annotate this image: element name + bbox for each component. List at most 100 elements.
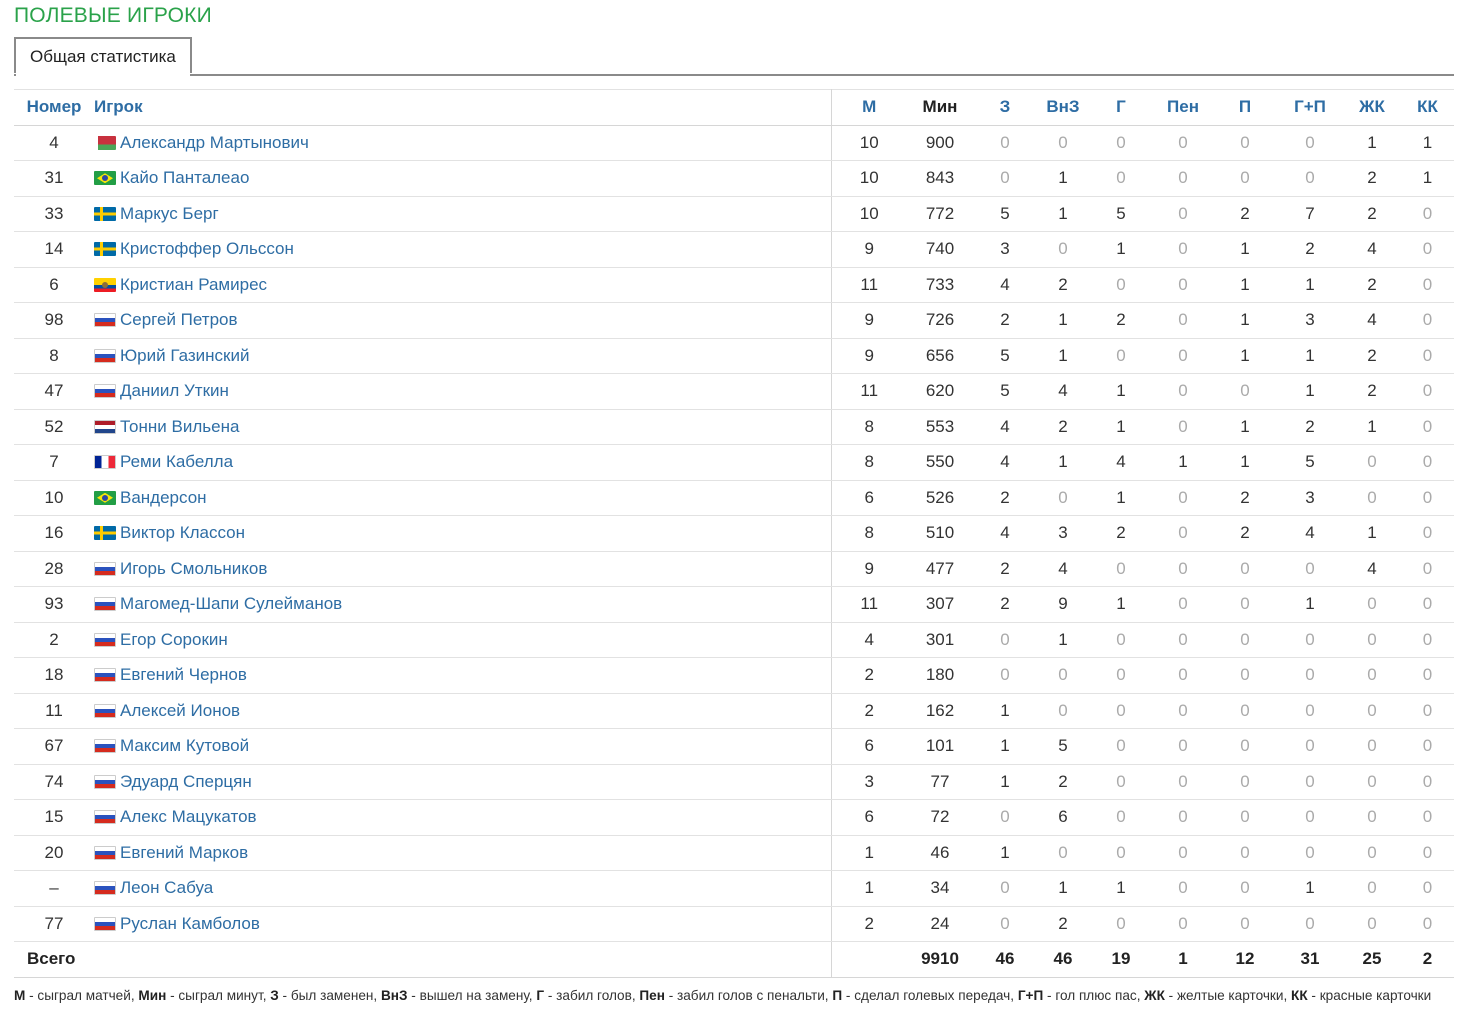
player-number: 31	[14, 160, 94, 197]
stat-matches: 6	[831, 799, 907, 836]
table-row: 8 Юрий Газинский 9 656 5 1 0 0 1 1 2 0	[14, 338, 1454, 374]
stat-penalties: 0	[1153, 728, 1213, 765]
player-number: 2	[14, 622, 94, 658]
stat-yellow-cards: 0	[1343, 728, 1401, 765]
col-header-goals[interactable]: Г	[1089, 89, 1153, 126]
stat-came-on: 4	[1037, 551, 1089, 587]
stat-goals-assists: 4	[1277, 515, 1343, 552]
player-name-link[interactable]: Леон Сабуа	[120, 878, 213, 897]
player-number: 11	[14, 693, 94, 729]
stat-penalties: 0	[1153, 586, 1213, 623]
player-name-link[interactable]: Александр Мартынович	[120, 133, 309, 152]
stat-yellow-cards: 0	[1343, 870, 1401, 907]
player-name-link[interactable]: Магомед-Шапи Сулейманов	[120, 594, 342, 613]
legend-abbr: П	[832, 988, 843, 1003]
player-name-link[interactable]: Эдуард Сперцян	[120, 772, 252, 791]
stat-assists: 0	[1213, 125, 1277, 161]
player-name-link[interactable]: Тонни Вильена	[120, 417, 239, 436]
player-name-link[interactable]: Маркус Берг	[120, 204, 219, 223]
tab-general-stats[interactable]: Общая статистика	[14, 37, 192, 76]
player-cell: Даниил Уткин	[94, 373, 832, 410]
total-label: Всего	[14, 941, 832, 978]
player-name-link[interactable]: Егор Сорокин	[120, 630, 228, 649]
player-name-link[interactable]: Реми Кабелла	[120, 452, 233, 471]
col-header-goals-assists[interactable]: Г+П	[1277, 89, 1343, 126]
player-name-link[interactable]: Юрий Газинский	[120, 346, 249, 365]
player-number: 74	[14, 764, 94, 800]
stat-minutes: 733	[907, 267, 973, 303]
stat-substituted: 0	[973, 657, 1037, 694]
player-name-link[interactable]: Виктор Классон	[120, 523, 245, 542]
player-cell: Эдуард Сперцян	[94, 764, 832, 800]
stat-red-cards: 0	[1401, 906, 1454, 942]
stat-goals: 0	[1089, 338, 1153, 374]
col-header-came-on[interactable]: ВнЗ	[1037, 89, 1089, 126]
stat-matches: 3	[831, 764, 907, 800]
player-name-link[interactable]: Вандерсон	[120, 488, 207, 507]
player-name-link[interactable]: Руслан Камболов	[120, 914, 260, 933]
russia-flag-icon	[94, 384, 116, 399]
stat-substituted: 1	[973, 764, 1037, 800]
legend-abbr: Г	[536, 988, 545, 1003]
player-name-link[interactable]: Евгений Чернов	[120, 665, 247, 684]
player-name-link[interactable]: Кайо Панталеао	[120, 168, 249, 187]
col-header-player[interactable]: Игрок	[94, 89, 832, 126]
player-number: 52	[14, 409, 94, 445]
player-name-link[interactable]: Максим Кутовой	[120, 736, 249, 755]
col-header-penalties[interactable]: Пен	[1153, 89, 1213, 126]
legend-text: - был заменен,	[278, 988, 381, 1003]
player-name-link[interactable]: Сергей Петров	[120, 310, 238, 329]
stat-yellow-cards: 0	[1343, 799, 1401, 836]
belarus-flag-icon	[94, 135, 116, 150]
stat-came-on: 1	[1037, 444, 1089, 481]
legend-text: - сделал голевых передач,	[842, 988, 1018, 1003]
table-row: 15 Алекс Мацукатов 6 72 0 6 0 0 0 0 0 0	[14, 799, 1454, 836]
stat-came-on: 2	[1037, 267, 1089, 303]
player-number: 8	[14, 338, 94, 374]
player-cell: Кайо Панталеао	[94, 160, 832, 197]
player-cell: Маркус Берг	[94, 196, 832, 232]
stat-minutes: 301	[907, 622, 973, 658]
player-name-link[interactable]: Кристиан Рамирес	[120, 275, 267, 294]
stat-goals-assists: 1	[1277, 373, 1343, 410]
col-header-matches[interactable]: М	[831, 89, 907, 126]
table-row: 31 Кайо Панталеао 10 843 0 1 0 0 0 0 2 1	[14, 160, 1454, 197]
stat-goals: 0	[1089, 728, 1153, 765]
col-header-assists[interactable]: П	[1213, 89, 1277, 126]
stat-red-cards: 0	[1401, 693, 1454, 729]
col-header-minutes[interactable]: Мин	[907, 89, 973, 126]
stat-matches: 8	[831, 444, 907, 481]
total-came-on: 46	[1037, 941, 1089, 978]
player-name-link[interactable]: Даниил Уткин	[120, 381, 229, 400]
brazil-flag-icon	[94, 171, 116, 186]
player-cell: Леон Сабуа	[94, 870, 832, 907]
player-name-link[interactable]: Евгений Марков	[120, 843, 248, 862]
stat-goals: 0	[1089, 835, 1153, 871]
player-cell: Кристоффер Ольссон	[94, 231, 832, 268]
total-yellow-cards: 25	[1343, 941, 1401, 978]
col-header-number[interactable]: Номер	[14, 89, 94, 126]
stat-assists: 1	[1213, 231, 1277, 268]
stat-came-on: 9	[1037, 586, 1089, 623]
table-row: 28 Игорь Смольников 9 477 2 4 0 0 0 0 4 0	[14, 551, 1454, 587]
player-cell: Егор Сорокин	[94, 622, 832, 658]
stat-substituted: 2	[973, 480, 1037, 516]
stat-assists: 1	[1213, 409, 1277, 445]
col-header-yellow-cards[interactable]: ЖК	[1343, 89, 1401, 126]
stat-red-cards: 0	[1401, 480, 1454, 516]
stat-red-cards: 0	[1401, 551, 1454, 587]
stat-penalties: 0	[1153, 302, 1213, 339]
player-name-link[interactable]: Алексей Ионов	[120, 701, 240, 720]
col-header-red-cards[interactable]: КК	[1401, 89, 1454, 126]
stat-assists: 0	[1213, 870, 1277, 907]
player-name-link[interactable]: Алекс Мацукатов	[120, 807, 257, 826]
stat-red-cards: 0	[1401, 409, 1454, 445]
stat-red-cards: 0	[1401, 196, 1454, 232]
player-name-link[interactable]: Игорь Смольников	[120, 559, 267, 578]
stat-yellow-cards: 0	[1343, 622, 1401, 658]
sweden-flag-icon	[94, 206, 116, 221]
player-name-link[interactable]: Кристоффер Ольссон	[120, 239, 294, 258]
stat-came-on: 1	[1037, 870, 1089, 907]
stat-minutes: 656	[907, 338, 973, 374]
col-header-substituted[interactable]: З	[973, 89, 1037, 126]
